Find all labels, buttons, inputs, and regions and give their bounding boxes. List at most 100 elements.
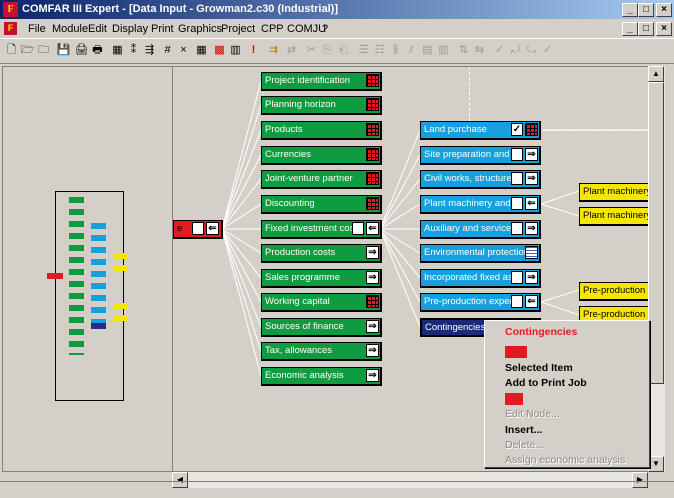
print-preview-icon[interactable]: 🖶 [90,43,105,58]
calculator-icon[interactable]: ▥ [228,43,243,58]
node-working-capital[interactable]: Working capital [261,293,382,312]
arrow-left-icon[interactable]: ⇐ [206,222,219,235]
node-checkbox[interactable] [511,295,523,308]
arrow-left-icon[interactable]: ⇐ [366,222,379,235]
node-pre-production-sub-1[interactable]: Pre-production e [579,282,653,301]
menu-help[interactable]: ? [322,23,328,35]
schedule-icon[interactable]: ⁑ [126,43,141,58]
menu-project[interactable]: Project [221,23,255,35]
vertical-scroll-thumb[interactable] [648,82,664,384]
arrow-right-icon[interactable]: ⇒ [366,320,379,333]
node-plant-machinery-sub-1[interactable]: Plant machinery [579,183,653,202]
root-node-checkbox[interactable] [192,222,204,235]
save-icon[interactable]: 💾 [56,43,71,58]
align-right-icon[interactable]: ⫼ [388,43,403,58]
node-checkbox[interactable] [511,271,523,284]
node-checkbox[interactable] [511,172,523,185]
spreadsheet-icon[interactable] [366,148,379,161]
spreadsheet-icon[interactable] [366,74,379,87]
node-tax-allowances[interactable]: Tax, allowances ⇒ [261,342,382,361]
node-project-identification[interactable]: Project identification [261,72,382,91]
align-left-icon[interactable]: ☰ [356,43,371,58]
context-menu-add-to-print-job[interactable]: Add to Print Job [505,377,587,389]
distribute-icon[interactable]: ⫽ [404,43,419,58]
node-plant-machinery-sub-2[interactable]: Plant machinery [579,207,653,226]
node-joint-venture-partner[interactable]: Joint-venture partner [261,170,382,189]
menu-display[interactable]: Display [112,23,148,35]
child-close-button[interactable]: × [656,22,672,36]
new-file-icon[interactable]: 🗋 [4,43,19,58]
columns-icon[interactable]: ▥ [436,43,451,58]
redo-icon[interactable]: ⤿ [524,43,539,58]
spreadsheet-icon[interactable] [366,98,379,111]
menu-module[interactable]: Module [52,23,88,35]
multiply-icon[interactable]: × [176,43,191,58]
context-menu-selected-item[interactable]: Selected Item [505,362,573,374]
menu-edit[interactable]: Edit [88,23,107,35]
validate-icon[interactable]: ✓ [540,43,555,58]
spreadsheet-icon[interactable] [366,197,379,210]
arrow-right-icon[interactable]: ⇒ [525,172,538,185]
report-icon[interactable]: ▩ [212,43,227,58]
copy-icon[interactable]: ⎘ [320,43,335,58]
align-center-icon[interactable]: ☷ [372,43,387,58]
arrow-right-icon[interactable]: ⇒ [366,344,379,357]
arrow-right-icon[interactable]: ⇒ [366,246,379,259]
document-icon[interactable]: F [4,22,17,35]
node-fixed-investment-costs[interactable]: Fixed investment cos ⇐ [261,220,382,239]
scroll-up-icon[interactable]: ▲ [648,66,664,82]
arrow-right-icon[interactable]: ⇒ [525,271,538,284]
expand-node-icon[interactable]: ⇉ [266,43,281,58]
node-planning-horizon[interactable]: Planning horizon [261,96,382,115]
cut-icon[interactable]: ✂ [304,43,319,58]
close-button[interactable]: × [656,3,672,17]
node-sales-programme[interactable]: Sales programme ⇒ [261,269,382,288]
context-menu-insert[interactable]: Insert... [505,424,542,436]
print-icon[interactable]: 🖨 [74,43,89,58]
node-checkbox[interactable] [352,222,364,235]
minimize-button[interactable]: _ [622,3,638,17]
transfer-icon[interactable]: ⇶ [142,43,157,58]
spreadsheet-icon[interactable] [366,123,379,136]
spreadsheet-icon[interactable] [366,172,379,185]
node-incorporated-fixed-assets[interactable]: Incorporated fixed as ⇒ [420,269,541,288]
undo-icon[interactable]: ⤾ [508,43,523,58]
maximize-button[interactable]: □ [638,3,654,17]
sort-vertical-icon[interactable]: ⇅ [456,43,471,58]
arrow-right-icon[interactable]: ⇒ [366,271,379,284]
node-checkbox[interactable] [511,222,523,235]
arrow-left-icon[interactable]: ⇐ [525,197,538,210]
node-checkbox[interactable] [511,197,523,210]
node-environmental-protection[interactable]: Environmental protection [420,244,541,263]
node-products[interactable]: Products [261,121,382,140]
node-checkbox[interactable] [511,148,523,161]
arrow-right-icon[interactable]: ⇒ [525,222,538,235]
node-sources-of-finance[interactable]: Sources of finance ⇒ [261,318,382,337]
context-menu-edit[interactable]: Edit [505,393,524,405]
menu-file[interactable]: File [28,23,46,35]
node-production-costs[interactable]: Production costs ⇒ [261,244,382,263]
node-currencies[interactable]: Currencies [261,146,382,165]
node-pre-production-expenditures[interactable]: Pre-production exper ⇐ [420,293,541,312]
folder-icon[interactable]: 🗀 [36,43,51,58]
child-minimize-button[interactable]: _ [622,22,638,36]
check-icon[interactable]: ✓ [492,43,507,58]
node-site-preparation[interactable]: Site preparation and ⇒ [420,146,541,165]
node-plant-machinery[interactable]: Plant machinery and ⇐ [420,195,541,214]
document-list-icon[interactable] [525,246,538,259]
warning-icon[interactable]: ! [246,43,261,58]
open-folder-icon[interactable]: 🗁 [20,43,35,58]
menu-graphics[interactable]: Graphics [178,23,222,35]
arrow-right-icon[interactable]: ⇒ [525,148,538,161]
swap-node-icon[interactable]: ⇄ [284,43,299,58]
scroll-down-icon[interactable]: ▼ [648,456,664,472]
sort-horizontal-icon[interactable]: ⇆ [472,43,487,58]
root-node[interactable]: e ⇐ [173,220,223,239]
node-discounting[interactable]: Discounting [261,195,382,214]
list-icon[interactable]: ▤ [420,43,435,58]
spreadsheet-icon[interactable] [525,123,538,136]
child-restore-button[interactable]: □ [638,22,654,36]
menu-print[interactable]: Print [151,23,174,35]
arrow-left-icon[interactable]: ⇐ [525,295,538,308]
context-menu-print[interactable]: Print [505,346,527,358]
